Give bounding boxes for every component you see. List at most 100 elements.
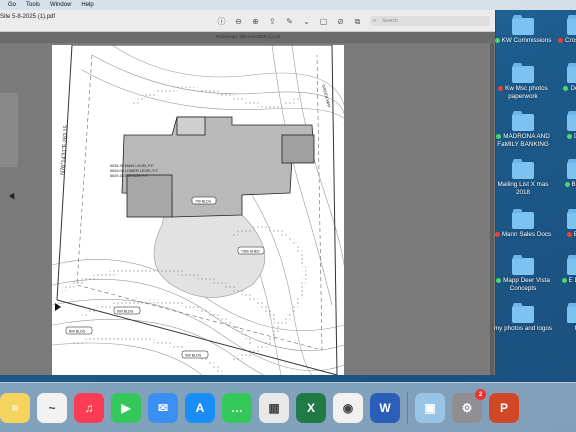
share-icon[interactable]: ⇪ xyxy=(268,17,277,26)
chrome-icon[interactable]: ◉ xyxy=(333,392,363,423)
edit-icon[interactable]: ⧉ xyxy=(353,17,362,26)
menu-window[interactable]: Window xyxy=(50,0,71,10)
annotate-icon[interactable]: ⊘ xyxy=(336,17,345,26)
zoom-in-icon[interactable]: ⊕ xyxy=(251,17,260,26)
system-settings-icon[interactable]: ⚙ 2 xyxy=(452,388,486,423)
folder-name: my photos and logos xyxy=(493,325,553,332)
color-tag-icon xyxy=(561,277,567,283)
toolbar: ⓘ ⊖ ⊕ ⇪ ✎ ⌄ ▢ ⊘ ⧉ ⌕ Search xyxy=(217,16,490,26)
powerpoint-icon[interactable]: P xyxy=(489,392,519,423)
color-tag-icon xyxy=(494,231,500,237)
plan-tag-5: 500 BLDG xyxy=(185,354,202,358)
folder-name: MADRONA AND FaMILY BANKING xyxy=(497,133,550,148)
freeform-icon[interactable]: ~ xyxy=(37,392,67,423)
window-titlebar: Site 5-8-2025 (1).pdf ⓘ ⊖ ⊕ ⇪ ✎ ⌄ ▢ ⊘ ⧉ … xyxy=(0,10,495,32)
desktop-folder-icon[interactable]: Mapp Deer Vista Concepts xyxy=(493,255,553,293)
desktop-folder-icon[interactable]: Kw Msc photos paperwork xyxy=(493,63,553,101)
folder-name: Mann Sales Docs xyxy=(501,231,552,238)
notes-icon[interactable]: ≡ xyxy=(0,392,30,423)
desktop-folder-label: Mailing List X mas 2018 xyxy=(493,181,553,197)
desktop-folder-icon[interactable]: fat xyxy=(548,303,576,333)
window-title: Site 5-8-2025 (1).pdf xyxy=(0,14,56,20)
desktop-folder-icon[interactable]: Deer flo xyxy=(548,63,576,93)
folder-icon xyxy=(567,159,576,179)
plan-tag-1: 700 BLDG xyxy=(195,200,212,204)
pdf-page[interactable]: N76°14'31"E 263.15 GREEN WAY 6636.35 MAI… xyxy=(52,45,344,375)
desktop-folder-label: Em H xyxy=(548,231,576,239)
color-tag-icon xyxy=(498,85,504,91)
plan-tag-2: 7350 SHED xyxy=(241,250,260,254)
north-arrow-icon xyxy=(55,303,61,311)
folder-icon xyxy=(567,111,576,131)
info-icon[interactable]: ⓘ xyxy=(217,17,226,26)
desktop-folder-icon[interactable]: my photos and logos xyxy=(493,303,553,333)
mass-text-main: 6636.35 MAIN LEVEL F.F. xyxy=(110,164,154,168)
window-resize-icon[interactable]: ▢ xyxy=(319,17,328,26)
notification-badge: 2 xyxy=(475,388,486,400)
desktop-folder-icon[interactable]: Mann Sales Docs xyxy=(493,209,553,239)
plan-tag-4: 800 BLDG xyxy=(69,330,86,334)
folder-icon xyxy=(567,63,576,83)
menu-go[interactable]: Go xyxy=(8,0,16,10)
folder-icon xyxy=(512,111,534,131)
folder-icon xyxy=(567,255,576,275)
desktop-folder-label: Brochu xyxy=(548,181,576,189)
search-input[interactable]: ⌕ Search xyxy=(370,16,490,26)
color-tag-icon xyxy=(564,181,570,187)
word-icon[interactable]: W xyxy=(370,392,400,423)
messages-icon[interactable]: … xyxy=(222,392,252,423)
folder-icon xyxy=(512,63,534,83)
markup-pen-icon[interactable]: ✎ xyxy=(285,17,294,26)
excel-icon[interactable]: X xyxy=(296,392,326,423)
mass-text-lower: 6626.00 LOWER LEVEL F.F. xyxy=(110,169,158,173)
desktop-folder-icon[interactable]: Crosl _Purc xyxy=(548,15,576,45)
site-plan-drawing: N76°14'31"E 263.15 GREEN WAY 6636.35 MAI… xyxy=(52,45,344,375)
color-tag-icon xyxy=(563,85,569,91)
desktop-folder-icon[interactable]: DM 2 xyxy=(548,111,576,141)
color-tag-icon xyxy=(566,231,572,237)
folder-name: Kw Msc photos paperwork xyxy=(505,85,548,100)
thumbnail-sidebar-edge xyxy=(0,93,18,167)
desktop-folder-icon[interactable]: MADRONA AND FaMILY BANKING xyxy=(493,111,553,149)
search-placeholder: Search xyxy=(382,18,398,24)
document-canvas[interactable]: N76°14'31"E 263.15 GREEN WAY 6636.35 MAI… xyxy=(0,43,495,375)
app-store-icon[interactable]: A xyxy=(185,392,215,423)
folder-icon xyxy=(567,15,576,35)
launchpad-icon[interactable]: ▦ xyxy=(259,392,289,423)
folder-name: Mailing List X mas 2018 xyxy=(497,181,549,196)
desktop-folder-icon[interactable]: Em H xyxy=(548,209,576,239)
folder-name: Deer flo xyxy=(570,85,576,92)
menu-bar: Go Tools Window Help xyxy=(0,0,576,10)
preview-icon[interactable]: ▣ xyxy=(415,392,445,423)
folder-name: Crosl _Purc xyxy=(565,37,576,44)
mail-icon[interactable]: ✉ xyxy=(148,392,178,423)
menu-tools[interactable]: Tools xyxy=(26,0,40,10)
zoom-out-icon[interactable]: ⊖ xyxy=(234,17,243,26)
folder-icon xyxy=(567,303,576,323)
desktop-folder-icon[interactable]: Brochu xyxy=(548,159,576,189)
folder-icon xyxy=(512,159,534,179)
preview-window: Site 5-8-2025 (1).pdf ⓘ ⊖ ⊕ ⇪ ✎ ⌄ ▢ ⊘ ⧉ … xyxy=(0,10,496,375)
facetime-icon[interactable]: ▶ xyxy=(111,392,141,423)
desktop-folder-label: KW Commissions xyxy=(493,37,553,45)
music-icon[interactable]: ♫ xyxy=(74,392,104,423)
folder-name: Mapp Deer Vista Concepts xyxy=(503,277,550,292)
chevron-down-icon[interactable]: ⌄ xyxy=(302,17,311,26)
mass-text-garage: 6639.33 GARAGE F.F. xyxy=(110,174,148,178)
desktop-folder-label: DM 2 xyxy=(548,133,576,141)
desktop-folder-icon[interactable]: KW Commissions xyxy=(493,15,553,45)
desktop-folder-icon[interactable]: Mailing List X mas 2018 xyxy=(493,159,553,197)
folder-name: E Docs(2 xyxy=(568,277,576,284)
color-tag-icon xyxy=(496,277,502,283)
menu-help[interactable]: Help xyxy=(81,0,93,10)
dock: ≡ ~ ♫ ▶ ✉ A… ▦ X ◉ W ▣ ⚙ 2 P xyxy=(0,382,576,432)
color-tag-icon xyxy=(496,133,502,139)
desktop-folder-label: my photos and logos xyxy=(493,325,553,333)
desktop-folder-label: Mann Sales Docs xyxy=(493,231,553,239)
dock-separator xyxy=(407,391,408,424)
folder-name: KW Commissions xyxy=(501,37,552,44)
plan-tag-3: 600 BLDG xyxy=(117,310,134,314)
desktop-folder-label: MADRONA AND FaMILY BANKING xyxy=(493,133,553,149)
desktop-folder-icon[interactable]: E Docs(2 xyxy=(548,255,576,285)
color-tag-icon xyxy=(558,37,564,43)
